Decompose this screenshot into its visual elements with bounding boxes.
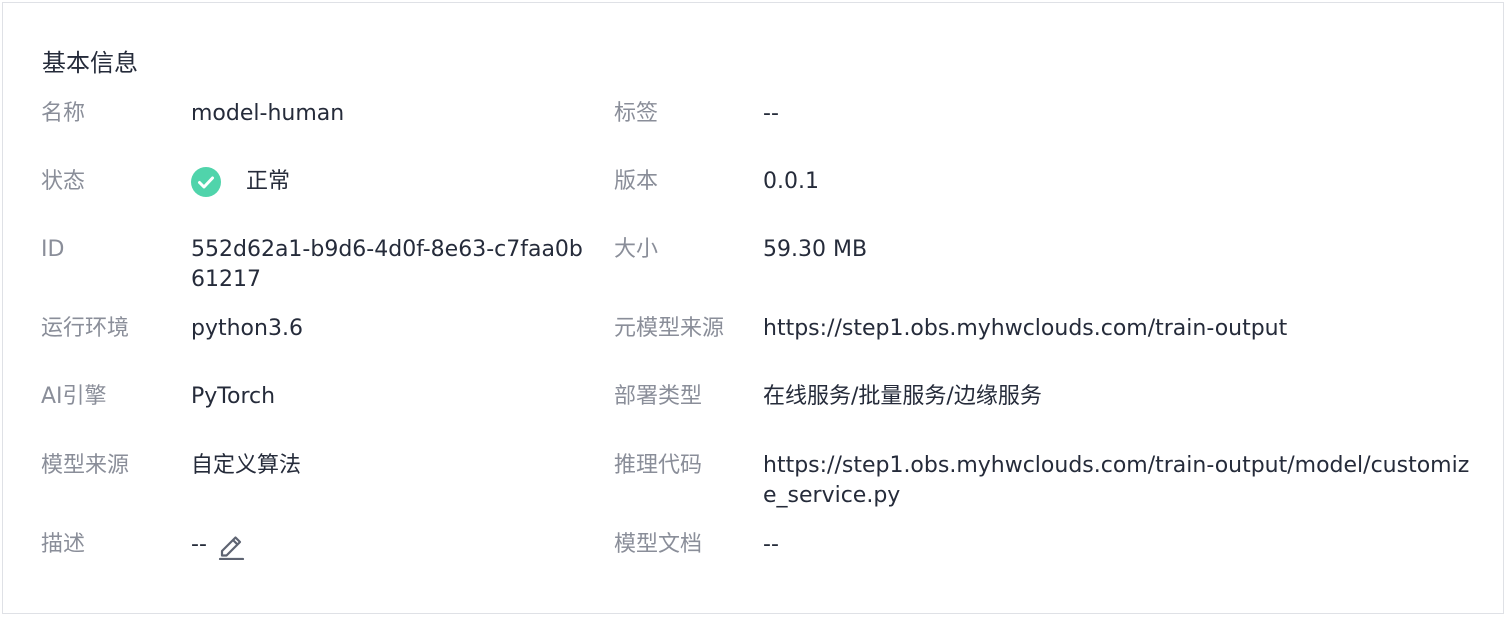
deploy-type-label: 部署类型 bbox=[614, 384, 703, 409]
inference-code-value: https://step1.obs.myhwclouds.com/train-o… bbox=[763, 453, 1470, 508]
description-label: 描述 bbox=[41, 532, 86, 557]
section-title: 基本信息 bbox=[42, 49, 138, 77]
tags-value: -- bbox=[763, 101, 779, 126]
description-value: -- bbox=[191, 532, 207, 557]
id-value: 552d62a1-b9d6-4d0f-8e63-c7faa0b61217 bbox=[191, 237, 583, 292]
size-label: 大小 bbox=[614, 237, 659, 262]
description-field: -- bbox=[191, 530, 245, 561]
model-doc-label: 模型文档 bbox=[614, 532, 703, 557]
model-doc-value: -- bbox=[763, 532, 779, 557]
edit-icon[interactable] bbox=[217, 530, 245, 561]
basic-info-card: 基本信息 名称 model-human 标签 -- 状态 正常 版本 0.0.1… bbox=[2, 2, 1504, 614]
tags-label: 标签 bbox=[614, 101, 659, 126]
status-badge: 正常 bbox=[191, 167, 290, 197]
meta-source-value: https://step1.obs.myhwclouds.com/train-o… bbox=[763, 316, 1288, 341]
meta-source-label: 元模型来源 bbox=[614, 316, 725, 341]
ai-engine-label: AI引擎 bbox=[41, 384, 107, 409]
size-value: 59.30 MB bbox=[763, 237, 868, 262]
ai-engine-value: PyTorch bbox=[191, 384, 276, 409]
name-value: model-human bbox=[191, 101, 345, 126]
inference-code-label: 推理代码 bbox=[614, 453, 703, 478]
model-source-label: 模型来源 bbox=[41, 453, 130, 478]
runtime-label: 运行环境 bbox=[41, 316, 130, 341]
runtime-value: python3.6 bbox=[191, 316, 303, 341]
deploy-type-value: 在线服务/批量服务/边缘服务 bbox=[763, 384, 1042, 409]
status-label: 状态 bbox=[41, 169, 86, 194]
check-circle-icon bbox=[191, 167, 221, 197]
version-label: 版本 bbox=[614, 169, 659, 194]
id-label: ID bbox=[41, 237, 65, 262]
version-value: 0.0.1 bbox=[763, 169, 819, 194]
model-source-value: 自定义算法 bbox=[191, 453, 302, 478]
status-value: 正常 bbox=[246, 169, 291, 194]
name-label: 名称 bbox=[41, 101, 86, 126]
